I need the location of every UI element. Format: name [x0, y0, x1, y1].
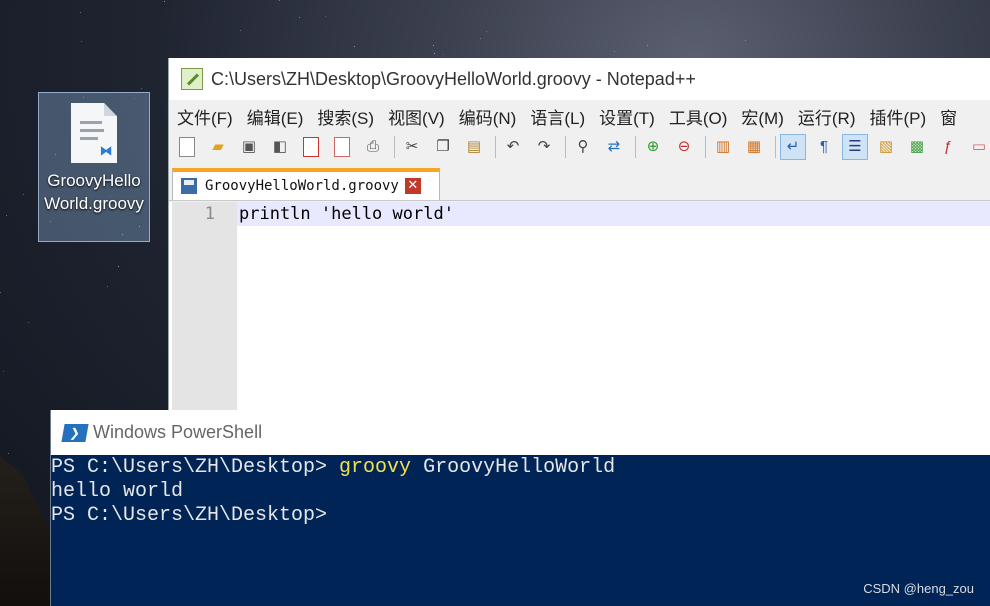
line-number: 1	[204, 204, 215, 224]
star	[28, 322, 29, 323]
find-icon[interactable]: ⚲	[571, 135, 595, 159]
star	[118, 266, 119, 267]
star	[325, 16, 326, 17]
star	[240, 30, 241, 31]
powershell-console[interactable]: PS C:\Users\ZH\Desktop> groovy GroovyHel…	[51, 455, 990, 606]
menu-item[interactable]: 工具(O)	[669, 104, 728, 129]
tab-close-icon[interactable]: ✕	[404, 178, 421, 194]
star	[614, 51, 615, 52]
powershell-title: Windows PowerShell	[93, 422, 263, 442]
close-all-icon[interactable]	[330, 135, 354, 159]
tab-groovyhelloworld[interactable]: GroovyHelloWorld.groovy ✕	[172, 168, 440, 200]
command-argument: GroovyHelloWorld	[411, 456, 616, 479]
desktop-file-icon[interactable]: ⧓ GroovyHelloWorld.groovy	[38, 92, 150, 242]
sync-vertical-icon[interactable]: ▥	[711, 135, 735, 159]
print-icon[interactable]: ⎙	[361, 135, 385, 159]
powershell-window[interactable]: ❯ Windows PowerShell PS C:\Users\ZH\Desk…	[50, 410, 990, 606]
star	[486, 31, 487, 32]
code-line[interactable]: println 'hello world'	[237, 202, 990, 226]
function-list-icon[interactable]: ƒ	[936, 135, 960, 159]
star	[6, 215, 7, 216]
save-all-icon[interactable]: ◧	[268, 135, 292, 159]
star	[443, 54, 444, 55]
prompt-line-2: PS C:\Users\ZH\Desktop>	[51, 504, 328, 527]
star	[3, 371, 4, 372]
menu-item[interactable]: 插件(P)	[869, 104, 926, 129]
menu-item[interactable]: 视图(V)	[388, 104, 445, 129]
command-name: groovy	[339, 456, 412, 479]
star	[81, 41, 82, 42]
toolbar-separator	[493, 135, 497, 159]
paste-icon[interactable]: ▤	[462, 135, 486, 159]
notepadpp-titlebar[interactable]: C:\Users\ZH\Desktop\GroovyHelloWorld.gro…	[169, 58, 990, 100]
line-number-gutter: 1	[172, 202, 237, 418]
star	[433, 45, 434, 46]
notepadpp-window[interactable]: C:\Users\ZH\Desktop\GroovyHelloWorld.gro…	[168, 58, 990, 418]
toolbar-separator	[633, 135, 637, 159]
close-file-icon[interactable]	[299, 135, 323, 159]
menu-item[interactable]: 编码(N)	[459, 104, 517, 129]
star	[434, 53, 435, 54]
notepadpp-logo-icon	[181, 68, 203, 90]
toolbar-separator	[773, 135, 777, 159]
word-wrap-icon[interactable]: ↵	[780, 134, 806, 160]
toolbar-separator	[703, 135, 707, 159]
tab-bar: GroovyHelloWorld.groovy ✕	[169, 162, 990, 201]
star	[8, 453, 9, 454]
menu-item[interactable]: 设置(T)	[599, 104, 655, 129]
tab-saved-icon	[181, 178, 197, 194]
sync-horizontal-icon[interactable]: ▦	[742, 135, 766, 159]
copy-icon[interactable]: ❐	[431, 135, 455, 159]
star	[0, 292, 1, 293]
tab-label: GroovyHelloWorld.groovy	[205, 178, 399, 194]
toolbar-separator	[563, 135, 567, 159]
zoom-out-icon[interactable]: ⊖	[672, 135, 696, 159]
command-output: hello world	[51, 480, 184, 503]
menu-item[interactable]: 编辑(E)	[247, 104, 304, 129]
menu-bar: 文件(F) 编辑(E) 搜索(S) 视图(V) 编码(N) 语言(L) 设置(T) 工具(O)…	[169, 100, 990, 132]
menu-item[interactable]: 语言(L)	[530, 104, 585, 129]
replace-icon[interactable]: ⇄	[602, 135, 626, 159]
star	[299, 17, 300, 18]
star	[80, 12, 81, 13]
show-all-characters-icon[interactable]: ¶	[812, 135, 836, 159]
indent-guide-icon[interactable]: ☰	[842, 134, 868, 160]
desktop-icon-label: GroovyHelloWorld.groovy	[44, 171, 144, 213]
star	[647, 45, 648, 46]
udl-icon[interactable]: ▧	[874, 135, 898, 159]
editor-area[interactable]: 1 println 'hello world'	[169, 202, 990, 418]
star	[164, 1, 165, 2]
menu-item[interactable]: 宏(M)	[741, 104, 783, 129]
star	[480, 38, 481, 39]
menu-item[interactable]: 窗	[940, 104, 957, 129]
star	[745, 40, 746, 41]
toolbar-separator	[392, 135, 396, 159]
zoom-in-icon[interactable]: ⊕	[641, 135, 665, 159]
star	[107, 286, 108, 287]
prompt-line-1: PS C:\Users\ZH\Desktop>	[51, 456, 340, 479]
star	[23, 194, 24, 195]
menu-item[interactable]: 运行(R)	[798, 104, 856, 129]
menu-item[interactable]: 搜索(S)	[317, 104, 374, 129]
window-title: C:\Users\ZH\Desktop\GroovyHelloWorld.gro…	[211, 68, 696, 89]
vscode-badge-icon: ⧓	[99, 143, 113, 158]
star	[354, 46, 355, 47]
folder-workspace-icon[interactable]: ▭	[967, 135, 990, 159]
cut-icon[interactable]: ✂	[400, 135, 424, 159]
redo-icon[interactable]: ↷	[532, 135, 556, 159]
file-document-icon: ⧓	[71, 103, 117, 163]
open-folder-icon[interactable]: ▰	[206, 135, 230, 159]
new-file-icon[interactable]	[175, 135, 199, 159]
star	[141, 88, 142, 89]
document-map-icon[interactable]: ▩	[905, 135, 929, 159]
undo-icon[interactable]: ↶	[501, 135, 525, 159]
toolbar: ▰ ▣ ◧ ⎙ ✂ ❐ ▤ ↶ ↷ ⚲ ⇄ ⊕ ⊖ ▥ ▦ ↵ ¶ ☰ ▧ ▩ …	[169, 132, 990, 162]
star	[279, 0, 280, 1]
watermark: CSDN @heng_zou	[863, 581, 974, 596]
menu-item[interactable]: 文件(F)	[177, 104, 233, 129]
save-icon[interactable]: ▣	[237, 135, 261, 159]
powershell-logo-icon: ❯	[61, 423, 89, 442]
powershell-titlebar[interactable]: ❯ Windows PowerShell	[51, 410, 990, 455]
